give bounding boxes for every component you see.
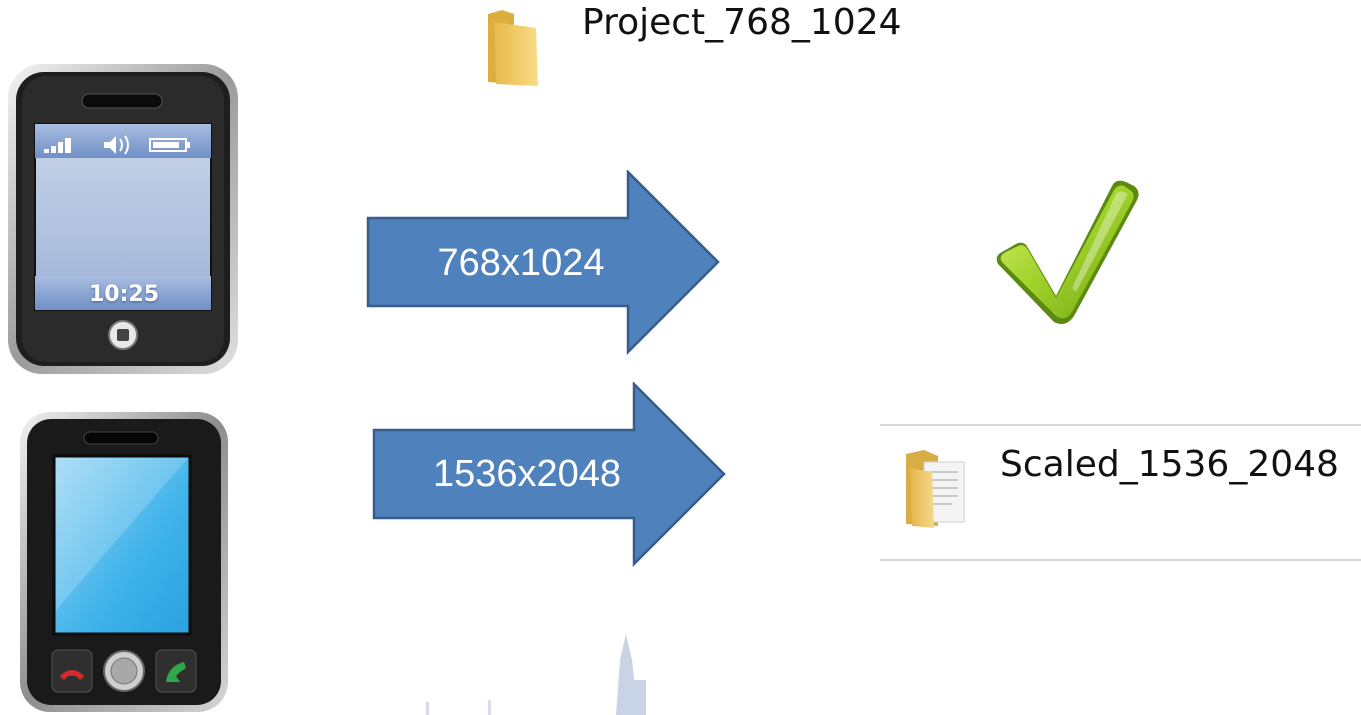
arrow-top-label: 768x1024: [437, 242, 605, 284]
watermark-graphic: [426, 634, 646, 715]
row-divider-bottom: [880, 559, 1361, 561]
row-divider-top: [880, 424, 1361, 426]
phone-classic-icon: [8, 64, 238, 374]
smartphone-icon: [20, 412, 228, 712]
scaled-folder-label: Scaled_1536_2048: [1000, 444, 1339, 485]
checkmark-icon: [996, 180, 1139, 324]
arrow-bottom-label: 1536x2048: [432, 453, 622, 495]
folder-document-icon: [906, 450, 965, 528]
project-folder-label: Project_768_1024: [582, 2, 902, 43]
phone-time-display: 10:25: [88, 282, 160, 307]
folder-icon: [488, 10, 538, 86]
